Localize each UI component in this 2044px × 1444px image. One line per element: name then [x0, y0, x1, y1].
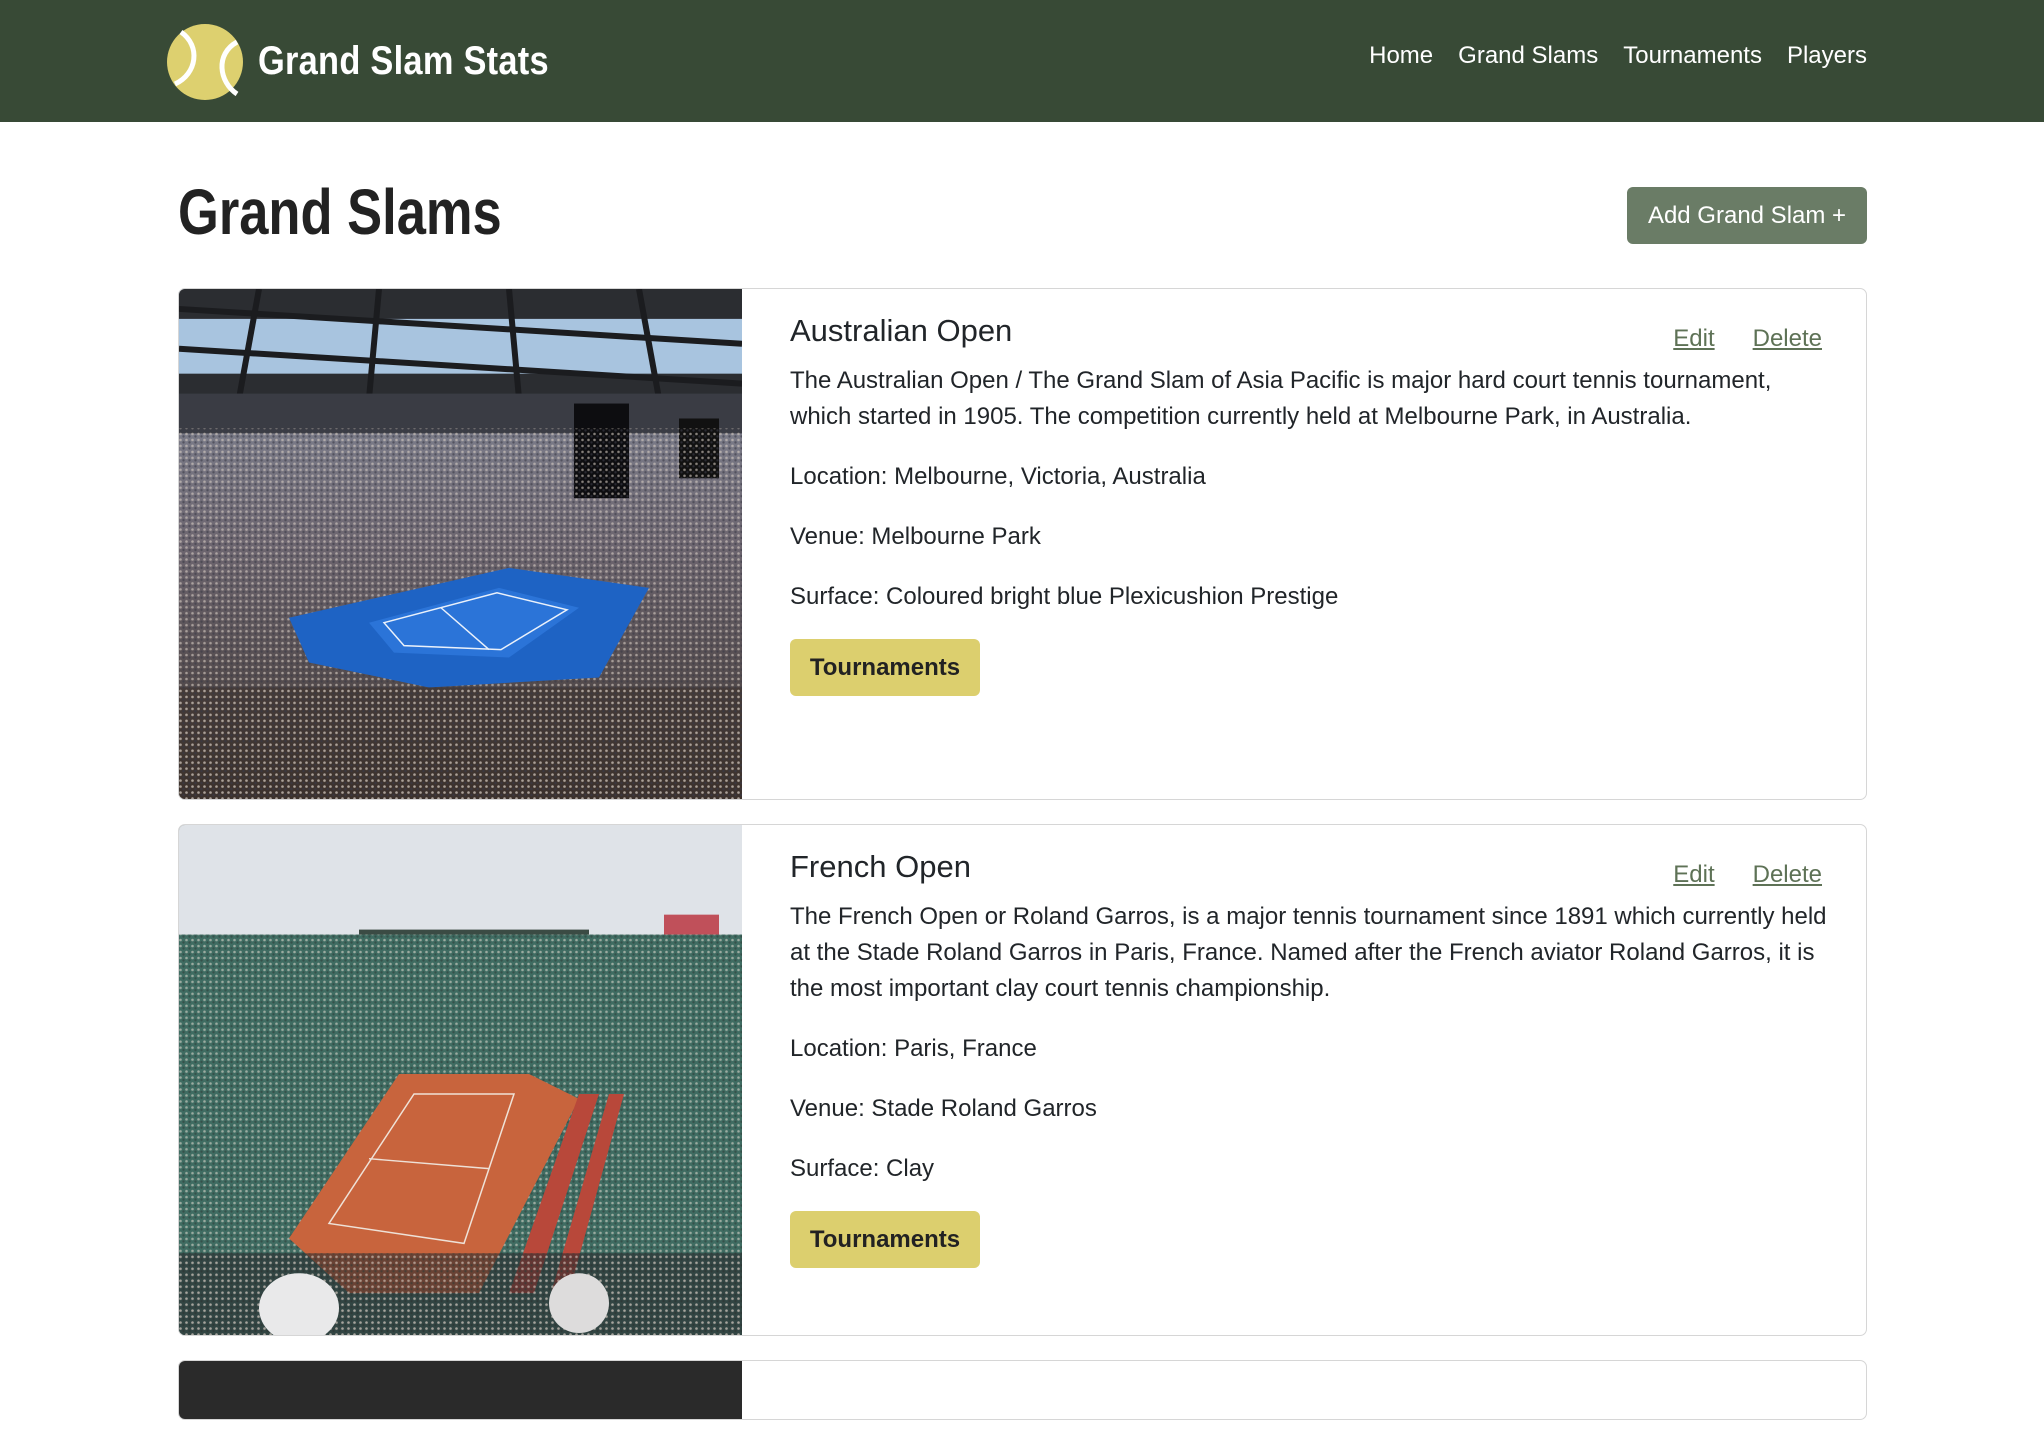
nav-links: Home Grand Slams Tournaments Players: [1369, 42, 1867, 70]
brand-name: Grand Slam Stats: [258, 39, 549, 83]
navbar: Grand Slam Stats Home Grand Slams Tourna…: [0, 0, 2044, 122]
card-surface: Surface: Clay: [790, 1155, 935, 1182]
page-header: Grand Slams Add Grand Slam +: [178, 175, 1867, 250]
card-actions: Edit Delete: [1673, 325, 1822, 353]
nav-home[interactable]: Home: [1369, 42, 1433, 70]
card-location: Location: Paris, France: [790, 1035, 1037, 1062]
nav-tournaments[interactable]: Tournaments: [1623, 42, 1762, 70]
delete-link[interactable]: Delete: [1753, 861, 1822, 889]
edit-link[interactable]: Edit: [1673, 861, 1714, 889]
card-body: [742, 1361, 1866, 1419]
grand-slam-card-partial: [178, 1360, 1867, 1420]
card-venue: Venue: Stade Roland Garros: [790, 1095, 1097, 1122]
grand-slam-image: [179, 825, 742, 1335]
stadium-photo-clay-court: [179, 825, 742, 1335]
grand-slam-image: [179, 1361, 742, 1419]
card-location: Location: Melbourne, Victoria, Australia: [790, 463, 1206, 490]
delete-link[interactable]: Delete: [1753, 325, 1822, 353]
stadium-photo-blue-hard-court: [179, 289, 742, 799]
tennis-ball-icon: [167, 23, 243, 100]
grand-slam-list: Australian Open Edit Delete The Australi…: [178, 288, 1867, 1444]
card-description: The French Open or Roland Garros, is a m…: [790, 903, 1827, 1002]
edit-link[interactable]: Edit: [1673, 325, 1714, 353]
add-grand-slam-button[interactable]: Add Grand Slam +: [1627, 187, 1867, 244]
grand-slam-card: Australian Open Edit Delete The Australi…: [178, 288, 1867, 800]
grand-slam-card: French Open Edit Delete The French Open …: [178, 824, 1867, 1336]
card-surface: Surface: Coloured bright blue Plexicushi…: [790, 583, 1339, 610]
tournaments-button[interactable]: Tournaments: [790, 1211, 980, 1268]
card-venue: Venue: Melbourne Park: [790, 523, 1041, 550]
tournaments-button[interactable]: Tournaments: [790, 639, 980, 696]
nav-grand-slams[interactable]: Grand Slams: [1458, 42, 1598, 70]
card-body: Australian Open Edit Delete The Australi…: [742, 289, 1866, 799]
grand-slam-image: [179, 289, 742, 799]
nav-players[interactable]: Players: [1787, 42, 1867, 70]
brand[interactable]: Grand Slam Stats: [167, 23, 596, 100]
page-title: Grand Slams: [178, 176, 502, 248]
card-actions: Edit Delete: [1673, 861, 1822, 889]
card-description: The Australian Open / The Grand Slam of …: [790, 367, 1772, 430]
card-body: French Open Edit Delete The French Open …: [742, 825, 1866, 1335]
